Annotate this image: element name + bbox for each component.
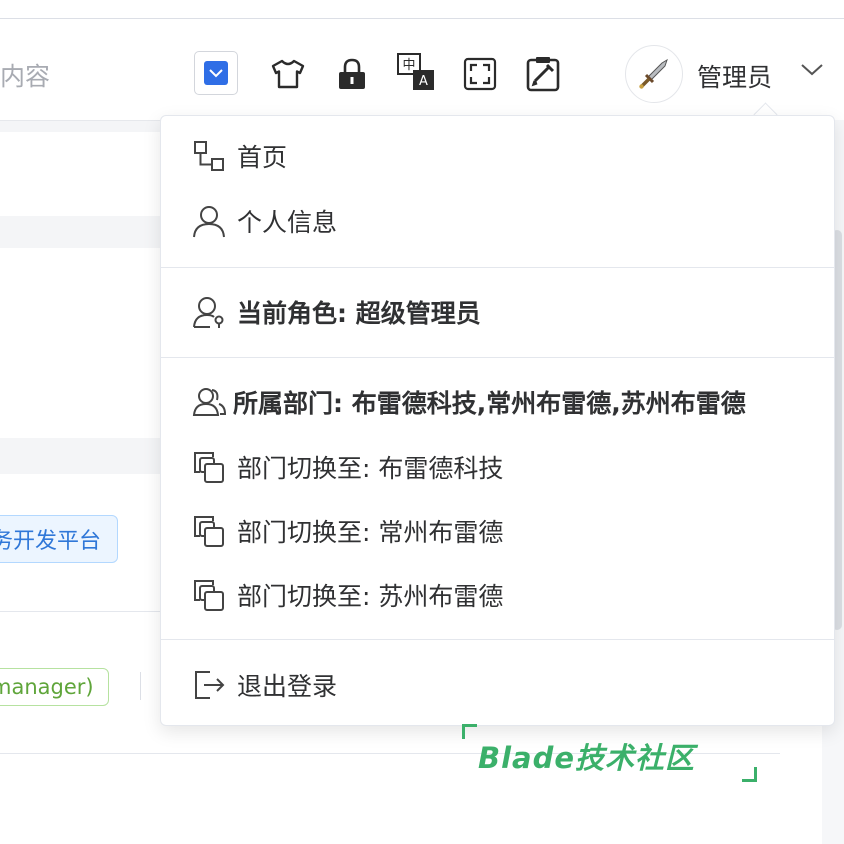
menu-switch-3-label: 部门切换至: 苏州布雷德 bbox=[237, 582, 504, 611]
tshirt-icon bbox=[271, 59, 305, 89]
menu-item-profile[interactable]: 个人信息 bbox=[191, 203, 337, 239]
home-icon bbox=[191, 138, 227, 174]
menu-item-switch-dept-2[interactable]: 部门切换至: 常州布雷德 bbox=[191, 513, 503, 549]
watermark-text: Blade技术社区 bbox=[478, 741, 696, 775]
clipboard-tool-icon bbox=[526, 57, 560, 92]
clipboard-tool-button[interactable] bbox=[524, 54, 564, 94]
menu-switch-1-label: 部门切换至: 布雷德科技 bbox=[237, 454, 504, 483]
watermark-corner bbox=[462, 724, 477, 739]
menu-role-label: 当前角色: 超级管理员 bbox=[237, 299, 481, 328]
lock-screen-button[interactable] bbox=[332, 54, 372, 94]
group-icon bbox=[191, 384, 227, 420]
chevron-down-icon[interactable] bbox=[800, 62, 824, 78]
avatar[interactable] bbox=[625, 45, 683, 103]
watermark-corner bbox=[742, 767, 757, 782]
fullscreen-icon bbox=[463, 57, 497, 91]
vertical-separator bbox=[140, 672, 141, 700]
svg-text:A: A bbox=[419, 74, 428, 89]
menu-item-switch-dept-1[interactable]: 部门切换至: 布雷德科技 bbox=[191, 449, 503, 485]
checkbox-icon bbox=[204, 61, 228, 85]
switch-icon bbox=[191, 449, 227, 485]
user-icon bbox=[191, 203, 227, 239]
menu-divider bbox=[161, 267, 834, 268]
platform-tag: 务开发平台 bbox=[0, 515, 119, 563]
lock-icon bbox=[339, 58, 365, 89]
role-user-icon bbox=[191, 294, 227, 330]
role-tag: manager) bbox=[0, 668, 109, 706]
menu-item-switch-dept-3[interactable]: 部门切换至: 苏州布雷德 bbox=[191, 577, 503, 613]
logout-icon bbox=[191, 667, 227, 703]
menu-item-home[interactable]: 首页 bbox=[191, 138, 287, 174]
search-input-partial[interactable]: 内容 bbox=[0, 57, 50, 93]
theme-checkbox[interactable] bbox=[194, 51, 238, 95]
username[interactable]: 管理员 bbox=[697, 58, 772, 94]
switch-icon bbox=[191, 513, 227, 549]
menu-divider bbox=[161, 639, 834, 640]
menu-item-dept: 所属部门: 布雷德科技,常州布雷德,苏州布雷德 bbox=[191, 384, 746, 420]
user-dropdown-menu: 首页 个人信息 当前角色: 超级管理员 所属部门: 布雷德科技,常州布雷德,苏州… bbox=[160, 115, 835, 726]
translate-icon: 中 A bbox=[397, 53, 434, 90]
menu-logout-label: 退出登录 bbox=[237, 672, 338, 701]
fullscreen-button[interactable] bbox=[460, 54, 500, 94]
menu-switch-2-label: 部门切换至: 常州布雷德 bbox=[237, 518, 504, 547]
language-button[interactable]: 中 A bbox=[396, 52, 436, 92]
menu-profile-label: 个人信息 bbox=[237, 208, 338, 237]
menu-home-label: 首页 bbox=[237, 143, 288, 172]
switch-icon bbox=[191, 577, 227, 613]
theme-tshirt-button[interactable] bbox=[268, 54, 308, 94]
menu-divider bbox=[161, 357, 834, 358]
menu-item-role: 当前角色: 超级管理员 bbox=[191, 294, 481, 330]
menu-dept-label: 所属部门: 布雷德科技,常州布雷德,苏州布雷德 bbox=[233, 389, 746, 418]
top-strip bbox=[0, 0, 844, 19]
menu-item-logout[interactable]: 退出登录 bbox=[191, 667, 337, 703]
sword-avatar-icon bbox=[639, 58, 668, 89]
